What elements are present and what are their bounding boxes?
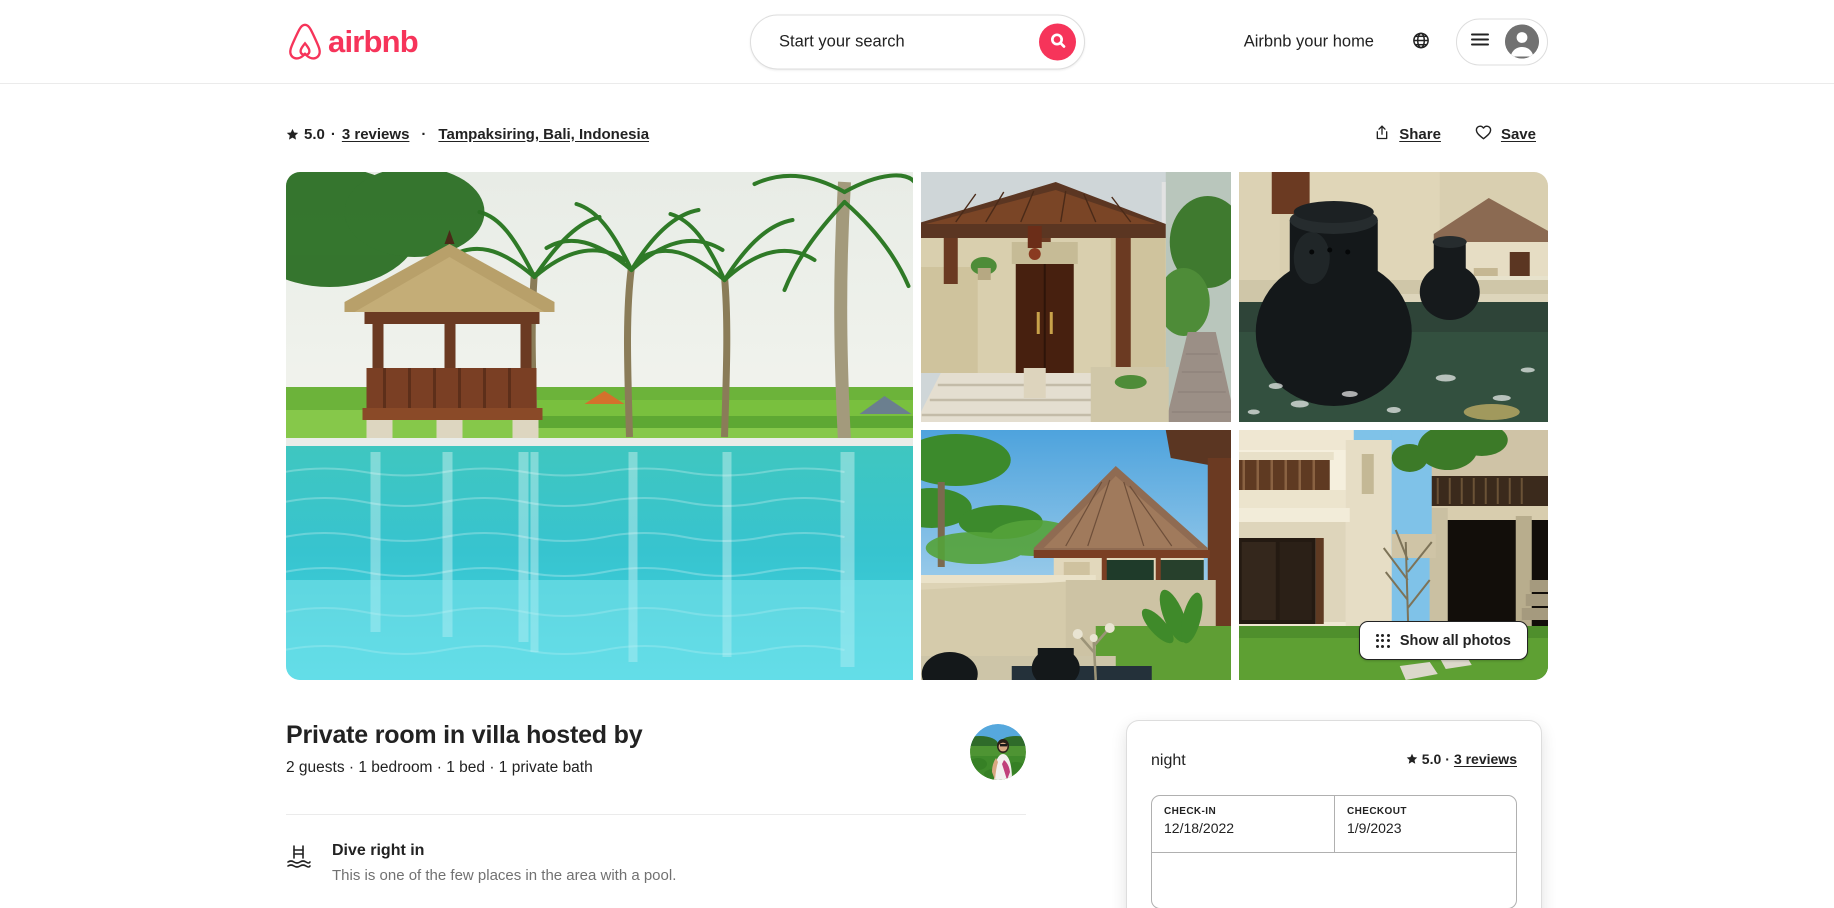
photo-gallery: Show all photos bbox=[286, 172, 1548, 680]
rating-value: 5.0 bbox=[304, 125, 325, 143]
meta-separator-2: · bbox=[421, 125, 427, 143]
airbnb-logo[interactable]: airbnb bbox=[287, 23, 419, 61]
star-icon bbox=[1406, 753, 1418, 765]
user-avatar-icon bbox=[1505, 24, 1539, 59]
meta-separator-1: · bbox=[330, 125, 336, 143]
booking-rating-value: 5.0 bbox=[1421, 751, 1442, 767]
price-line: night bbox=[1151, 745, 1186, 771]
language-globe-button[interactable] bbox=[1400, 21, 1442, 63]
amenity-text: Dive right in This is one of the few pla… bbox=[332, 841, 676, 886]
listing-headline: Private room in villa hosted by 2 guests… bbox=[286, 720, 643, 777]
pavilion-photo[interactable] bbox=[921, 430, 1231, 680]
save-label: Save bbox=[1500, 125, 1536, 143]
site-header: airbnb Start your search Airbnb your hom… bbox=[0, 0, 1834, 84]
profile-menu-button[interactable] bbox=[1456, 18, 1548, 65]
save-button[interactable]: Save bbox=[1463, 116, 1548, 152]
booking-card: night 5.0 · 3 reviews CHECK-IN 12/18/202… bbox=[1126, 720, 1542, 908]
booking-column: night 5.0 · 3 reviews CHECK-IN 12/18/202… bbox=[1126, 720, 1546, 908]
checkin-field[interactable]: CHECK-IN 12/18/2022 bbox=[1152, 796, 1334, 852]
pool-icon bbox=[286, 841, 312, 886]
pool-gazebo-photo[interactable] bbox=[286, 172, 913, 680]
header-right-nav: Airbnb your home bbox=[1228, 18, 1548, 65]
share-label: Share bbox=[1399, 125, 1441, 143]
listing-capacity: 2 guests · 1 bedroom · 1 bed · 1 private… bbox=[286, 759, 593, 776]
airbnb-your-home-link[interactable]: Airbnb your home bbox=[1228, 20, 1390, 63]
checkin-label: CHECK-IN bbox=[1164, 806, 1217, 817]
booking-reviews-link[interactable]: 3 reviews bbox=[1454, 751, 1517, 767]
hamburger-menu-icon bbox=[1471, 32, 1489, 51]
reviews-link[interactable]: 3 reviews bbox=[342, 126, 410, 143]
search-icon bbox=[1050, 32, 1066, 51]
location-link[interactable]: Tampaksiring, Bali, Indonesia bbox=[438, 126, 649, 143]
listing-body: Private room in villa hosted by 2 guests… bbox=[286, 680, 1548, 908]
booking-card-header: night 5.0 · 3 reviews bbox=[1151, 745, 1517, 771]
airbnb-wordmark: airbnb bbox=[328, 24, 419, 59]
checkin-value: 12/18/2022 bbox=[1164, 820, 1235, 836]
airbnb-belo-icon bbox=[287, 23, 323, 61]
water-jars-photo[interactable] bbox=[1238, 172, 1548, 422]
guests-field[interactable] bbox=[1151, 853, 1517, 908]
share-button[interactable]: Share bbox=[1362, 116, 1453, 153]
checkout-label: CHECKOUT bbox=[1347, 806, 1407, 817]
listing-meta-row: 5.0 · 3 reviews · Tampaksiring, Bali, In… bbox=[286, 120, 1548, 148]
host-summary-row: Private room in villa hosted by 2 guests… bbox=[286, 720, 1026, 780]
checkout-value: 1/9/2023 bbox=[1347, 820, 1402, 836]
heart-icon bbox=[1475, 124, 1492, 144]
price-unit: night bbox=[1151, 752, 1186, 769]
search-placeholder: Start your search bbox=[779, 32, 905, 50]
checkout-field[interactable]: CHECKOUT 1/9/2023 bbox=[1334, 796, 1516, 852]
share-icon bbox=[1374, 124, 1390, 145]
amenity-description: This is one of the few places in the are… bbox=[332, 867, 677, 884]
listing-rating-location: 5.0 · 3 reviews · Tampaksiring, Bali, In… bbox=[286, 126, 649, 143]
amenity-title: Dive right in bbox=[332, 842, 425, 859]
search-bar[interactable]: Start your search bbox=[750, 14, 1085, 69]
listing-details-column: Private room in villa hosted by 2 guests… bbox=[286, 720, 1026, 908]
star-icon bbox=[286, 128, 299, 141]
entrance-photo[interactable] bbox=[921, 172, 1231, 422]
globe-icon bbox=[1412, 31, 1430, 52]
listing-title: Private room in villa hosted by bbox=[286, 721, 643, 749]
show-all-photos-button[interactable]: Show all photos bbox=[1358, 621, 1528, 660]
search-button[interactable] bbox=[1039, 23, 1076, 60]
booking-rating: 5.0 · 3 reviews bbox=[1406, 751, 1517, 767]
listing-page: 5.0 · 3 reviews · Tampaksiring, Bali, In… bbox=[286, 84, 1548, 908]
amenity-highlight: Dive right in This is one of the few pla… bbox=[286, 815, 1026, 886]
grid-dots-icon bbox=[1375, 633, 1390, 648]
listing-actions: Share Save bbox=[1362, 116, 1548, 153]
date-picker: CHECK-IN 12/18/2022 CHECKOUT 1/9/2023 bbox=[1151, 795, 1517, 853]
show-all-photos-label: Show all photos bbox=[1399, 632, 1511, 649]
host-avatar[interactable] bbox=[970, 724, 1026, 780]
booking-separator: · bbox=[1445, 751, 1450, 767]
